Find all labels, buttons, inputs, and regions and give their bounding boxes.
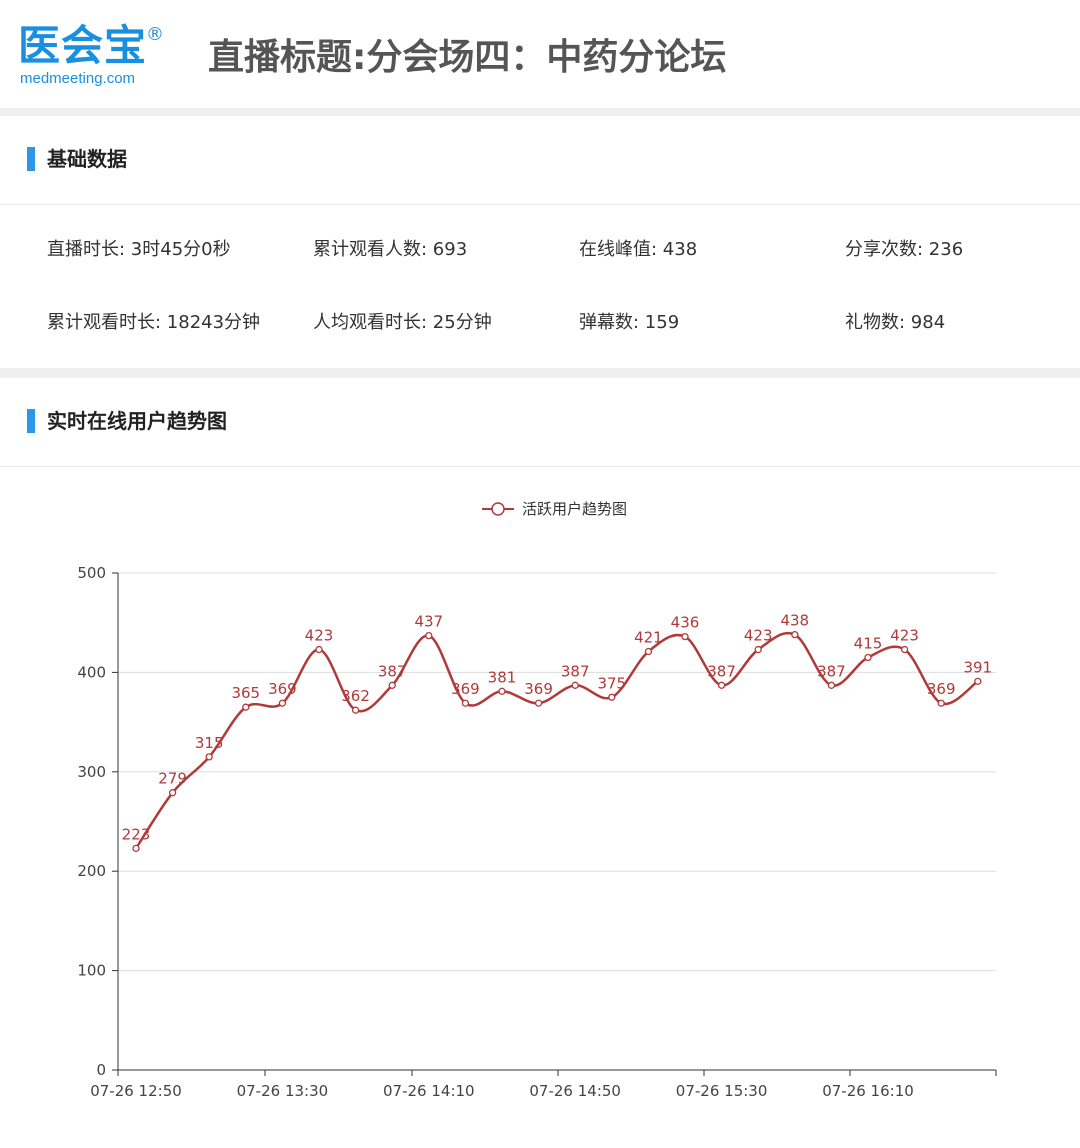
x-tick-label: 07-26 16:10 xyxy=(822,1082,914,1100)
data-point xyxy=(754,645,762,654)
data-label: 369 xyxy=(268,680,297,698)
stat-total-viewers: 累计观看人数: 693 xyxy=(313,239,468,260)
data-point xyxy=(534,699,543,707)
data-label: 365 xyxy=(231,684,260,702)
data-label: 362 xyxy=(341,687,370,705)
header: 医会宝 ® medmeeting.com 直播标题:分会场四：中药分论坛 xyxy=(0,0,1080,108)
stat-danmaku-count: 弹幕数: 159 xyxy=(579,312,680,333)
data-point xyxy=(242,703,250,711)
y-tick-label: 400 xyxy=(77,663,106,681)
logo-domain: medmeeting.com xyxy=(20,70,136,87)
x-tick-label: 07-26 14:50 xyxy=(529,1082,621,1100)
series-line xyxy=(134,631,979,850)
data-point xyxy=(717,681,726,689)
data-label: 369 xyxy=(524,680,553,698)
chart-svg: 0 100 200 300 400 500 07-26 12:50 07-26 13:30 07… xyxy=(77,500,997,1100)
data-point xyxy=(571,681,579,689)
data-point xyxy=(900,645,909,654)
data-label: 423 xyxy=(305,627,334,645)
x-tick-label: 07-26 15:30 xyxy=(676,1082,768,1100)
data-label: 415 xyxy=(854,634,883,652)
data-point xyxy=(644,647,653,656)
data-label: 369 xyxy=(451,680,480,698)
stat-gift-count: 礼物数: 984 xyxy=(845,312,946,333)
legend-marker xyxy=(491,502,505,516)
data-point xyxy=(168,789,177,797)
section-title-trend: 实时在线用户趋势图 xyxy=(47,409,227,433)
data-label: 387 xyxy=(817,662,846,680)
trend-chart: 0 100 200 300 400 500 07-26 12:50 07-26 13:30 07… xyxy=(0,467,1080,1144)
y-tick-label: 0 xyxy=(96,1061,106,1079)
basic-data-header: 基础数据 xyxy=(0,116,1080,205)
data-point xyxy=(608,693,616,701)
section-divider xyxy=(0,368,1080,378)
legend-label: 活跃用户趋势图 xyxy=(522,500,627,518)
x-tick-label: 07-26 13:30 xyxy=(237,1082,329,1100)
data-point xyxy=(205,753,213,761)
data-label: 369 xyxy=(927,680,956,698)
section-accent-bar xyxy=(27,147,35,171)
data-point xyxy=(461,699,470,707)
data-label: 315 xyxy=(195,734,224,752)
data-point xyxy=(132,844,140,852)
data-label: 387 xyxy=(707,662,736,680)
section-accent-bar xyxy=(27,409,35,433)
data-label: 387 xyxy=(561,662,590,680)
stat-avg-watch-time: 人均观看时长: 25分钟 xyxy=(313,312,492,333)
data-label: 421 xyxy=(634,629,663,647)
data-point xyxy=(864,653,872,662)
data-label: 381 xyxy=(488,668,517,686)
trend-header: 实时在线用户趋势图 xyxy=(0,378,1080,467)
data-point xyxy=(278,699,287,707)
data-point xyxy=(681,632,689,641)
x-tick-label: 07-26 14:10 xyxy=(383,1082,475,1100)
data-label: 387 xyxy=(378,662,407,680)
data-point xyxy=(388,681,396,689)
data-point xyxy=(827,681,836,689)
data-label: 438 xyxy=(780,612,809,630)
stat-online-peak: 在线峰值: 438 xyxy=(579,239,698,260)
stats-panel: 直播时长: 3时45分0秒 累计观看人数: 693 在线峰值: 438 分享次数… xyxy=(0,205,1080,368)
logo[interactable]: 医会宝 ® medmeeting.com xyxy=(18,22,178,92)
stat-total-watch-time: 累计观看时长: 18243分钟 xyxy=(47,312,261,333)
data-label: 223 xyxy=(122,825,151,843)
data-label: 436 xyxy=(671,614,700,632)
data-label: 391 xyxy=(963,658,992,676)
section-divider xyxy=(0,108,1080,116)
data-label: 423 xyxy=(744,627,773,645)
y-tick-label: 200 xyxy=(77,862,106,880)
data-point xyxy=(498,687,506,695)
section-title-basic: 基础数据 xyxy=(47,147,127,171)
data-point xyxy=(315,645,323,654)
y-tick-label: 500 xyxy=(77,564,106,582)
data-label: 375 xyxy=(597,674,626,692)
data-point xyxy=(937,699,945,707)
data-label: 279 xyxy=(158,770,187,788)
stat-live-duration: 直播时长: 3时45分0秒 xyxy=(47,239,231,260)
page-title: 直播标题:分会场四：中药分论坛 xyxy=(208,37,727,78)
x-tick-label: 07-26 12:50 xyxy=(90,1082,182,1100)
logo-text: 医会宝 xyxy=(18,21,148,70)
registered-mark: ® xyxy=(146,24,164,45)
data-point xyxy=(425,631,433,640)
y-tick-label: 100 xyxy=(77,962,106,980)
stat-share-count: 分享次数: 236 xyxy=(845,239,964,260)
data-point xyxy=(791,630,799,639)
data-point xyxy=(974,677,982,685)
y-tick-label: 300 xyxy=(77,763,106,781)
data-point xyxy=(351,706,360,714)
data-label: 437 xyxy=(414,613,443,631)
data-label: 423 xyxy=(890,627,919,645)
